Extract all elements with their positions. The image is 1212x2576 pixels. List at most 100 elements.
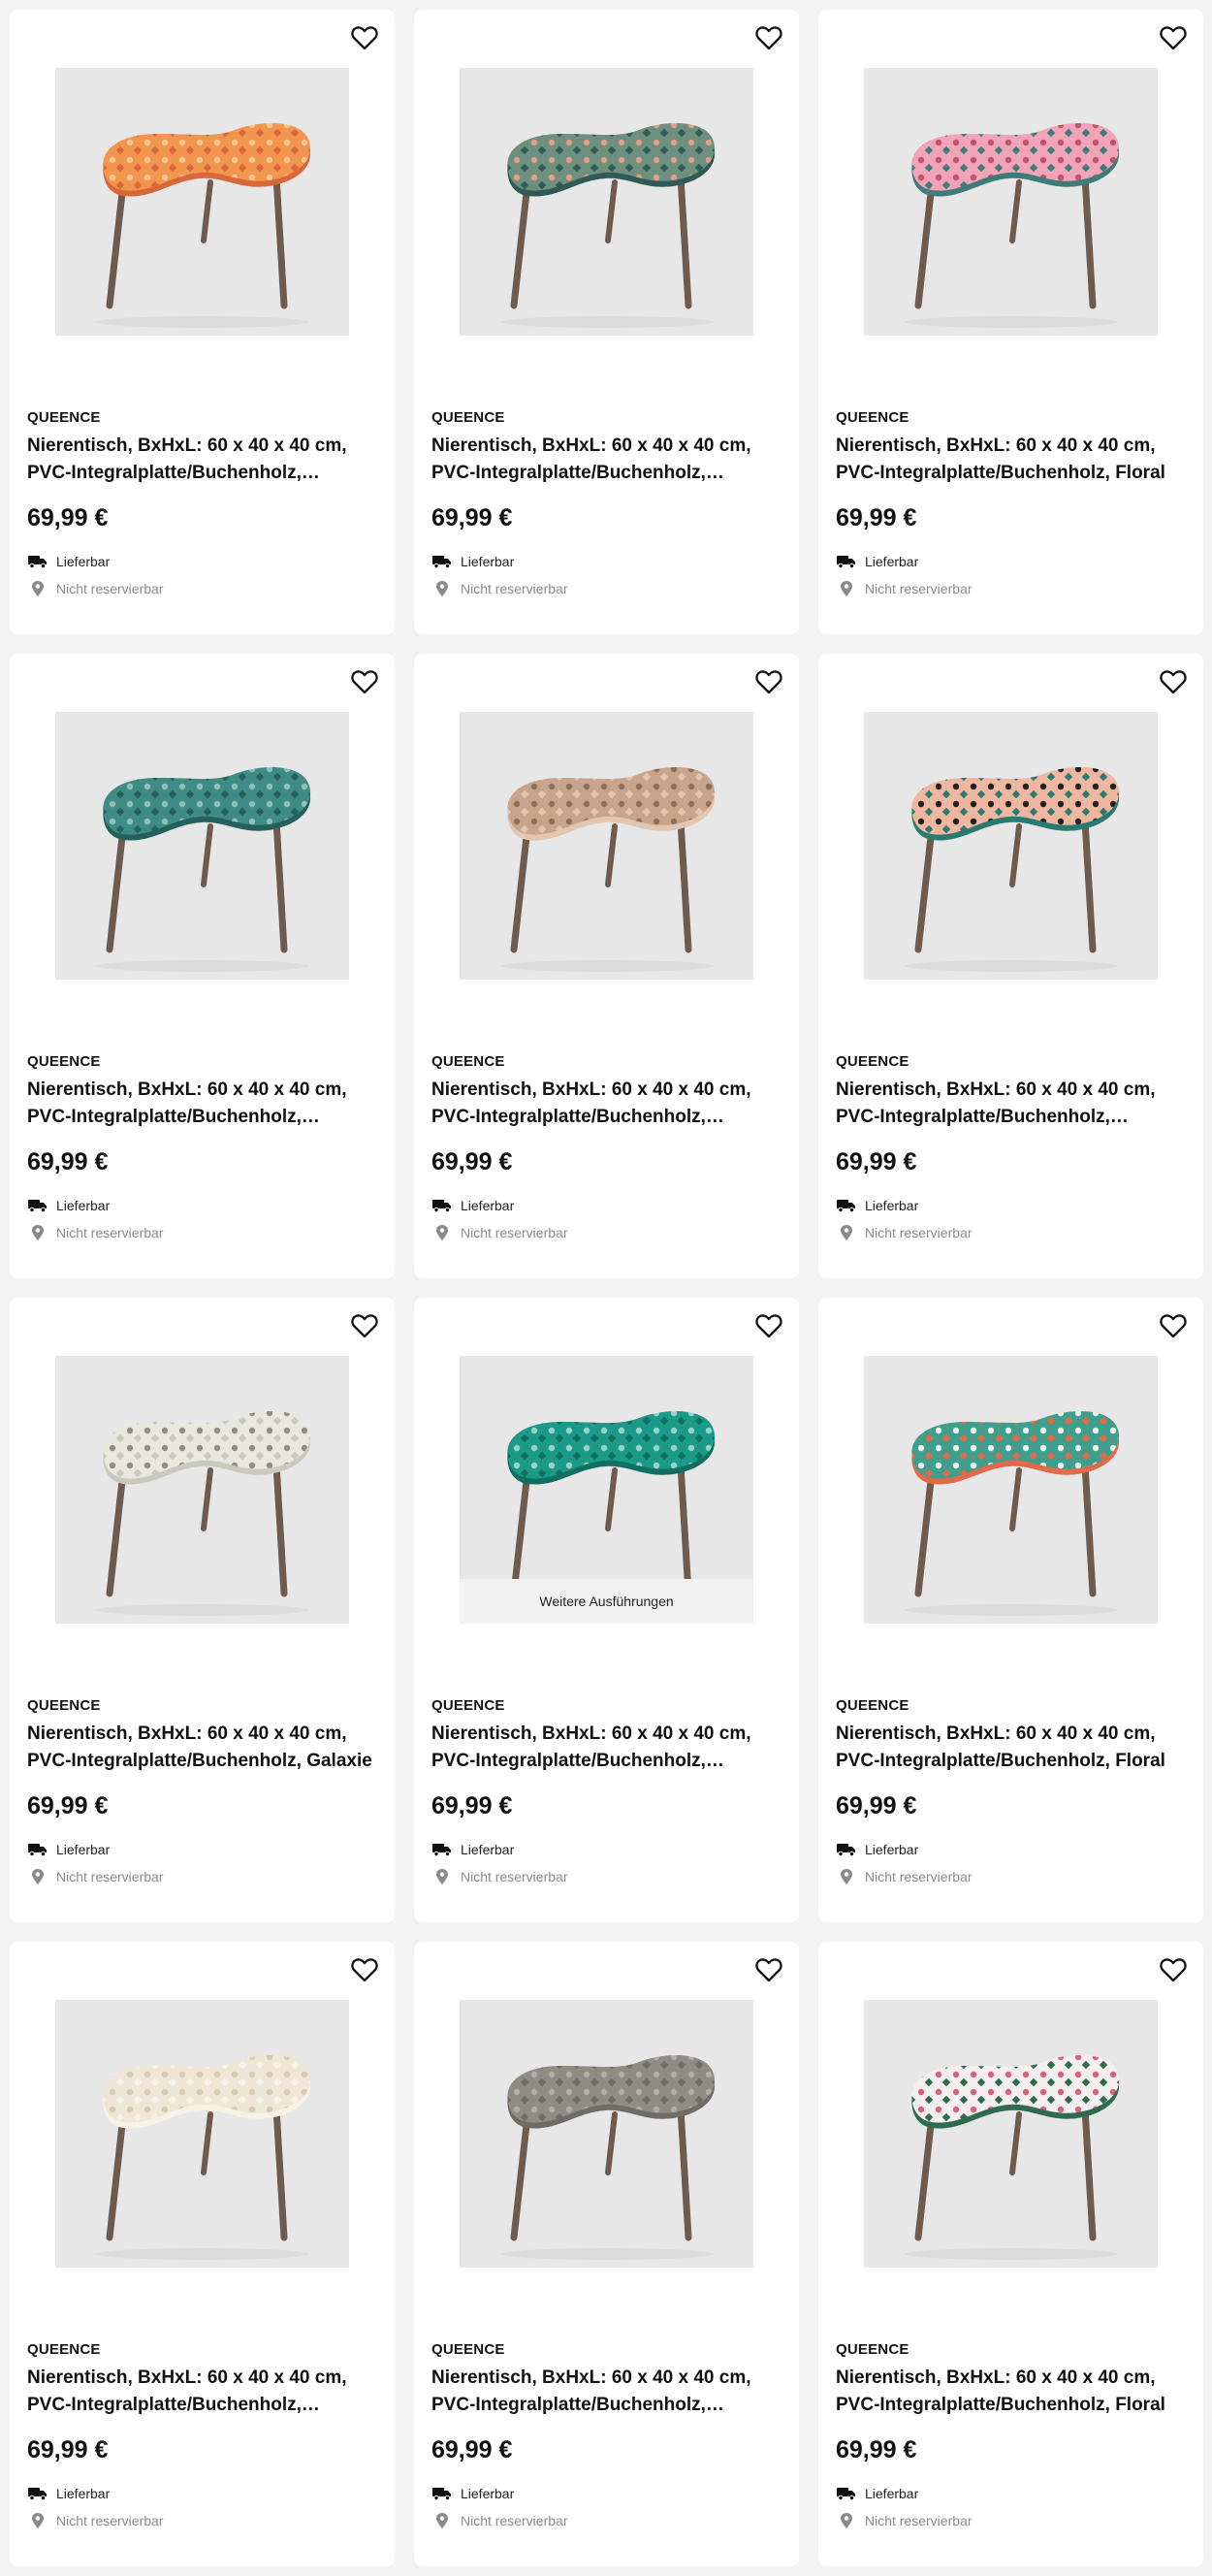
delivery-label: Lieferbar [461,1842,515,1857]
heart-icon [1160,670,1187,694]
product-image[interactable] [460,68,753,336]
product-card[interactable]: QUEENCE Nierentisch, BxHxL: 60 x 40 x 40… [818,1942,1203,2566]
product-price: 69,99 € [27,504,109,531]
truck-icon [431,553,453,570]
wishlist-heart-icon[interactable] [752,1953,785,1986]
wishlist-heart-icon[interactable] [1157,1309,1190,1342]
product-price: 69,99 € [431,504,513,531]
product-card[interactable]: Weitere Ausführungen QUEENCE Nierentisch… [414,1298,799,1922]
product-title[interactable]: Nierentisch, BxHxL: 60 x 40 x 40 cm, PVC… [27,433,376,487]
product-title[interactable]: Nierentisch, BxHxL: 60 x 40 x 40 cm, PVC… [27,1077,376,1131]
wishlist-heart-icon[interactable] [1157,21,1190,54]
location-pin-icon [836,580,857,597]
reservation-status: Nicht reservierbar [431,1224,567,1241]
kidney-table-image [96,2054,311,2260]
product-image[interactable] [864,712,1158,980]
product-card[interactable]: QUEENCE Nierentisch, BxHxL: 60 x 40 x 40… [818,10,1203,634]
product-title[interactable]: Nierentisch, BxHxL: 60 x 40 x 40 cm, PVC… [431,1721,781,1775]
product-card[interactable]: QUEENCE Nierentisch, BxHxL: 60 x 40 x 40… [818,654,1203,1278]
kidney-table-image [96,122,311,328]
location-pin-icon [836,1224,857,1241]
product-title[interactable]: Nierentisch, BxHxL: 60 x 40 x 40 cm, PVC… [836,433,1185,487]
product-price: 69,99 € [836,1792,917,1819]
delivery-label: Lieferbar [865,554,919,569]
delivery-label: Lieferbar [56,1842,111,1857]
reservation-status: Nicht reservierbar [27,2512,163,2529]
product-image[interactable] [864,68,1158,336]
product-grid: QUEENCE Nierentisch, BxHxL: 60 x 40 x 40… [10,10,1203,2566]
product-image[interactable] [460,712,753,980]
brand-name: QUEENCE [27,409,101,426]
brand-name: QUEENCE [836,409,909,426]
delivery-status: Lieferbar [431,2485,514,2502]
product-image[interactable] [864,2000,1158,2268]
product-title[interactable]: Nierentisch, BxHxL: 60 x 40 x 40 cm, PVC… [836,1077,1185,1131]
delivery-label: Lieferbar [865,2486,919,2501]
wishlist-heart-icon[interactable] [752,1309,785,1342]
wishlist-heart-icon[interactable] [1157,665,1190,698]
product-card[interactable]: QUEENCE Nierentisch, BxHxL: 60 x 40 x 40… [414,1942,799,2566]
product-card[interactable]: QUEENCE Nierentisch, BxHxL: 60 x 40 x 40… [10,10,395,634]
delivery-label: Lieferbar [865,1198,919,1213]
heart-icon [755,670,782,694]
brand-name: QUEENCE [27,1053,101,1070]
delivery-status: Lieferbar [27,1197,110,1214]
reservation-label: Nicht reservierbar [461,581,568,596]
product-image[interactable] [55,1356,349,1624]
product-card[interactable]: QUEENCE Nierentisch, BxHxL: 60 x 40 x 40… [10,1942,395,2566]
delivery-label: Lieferbar [56,1198,111,1213]
wishlist-heart-icon[interactable] [752,21,785,54]
reservation-status: Nicht reservierbar [836,1224,972,1241]
reservation-status: Nicht reservierbar [431,580,567,597]
product-title[interactable]: Nierentisch, BxHxL: 60 x 40 x 40 cm, PVC… [431,1077,781,1131]
location-pin-icon [431,1224,453,1241]
product-image[interactable] [55,68,349,336]
wishlist-heart-icon[interactable] [348,665,381,698]
delivery-label: Lieferbar [56,554,111,569]
truck-icon [27,2485,48,2502]
delivery-status: Lieferbar [836,1197,918,1214]
product-card[interactable]: QUEENCE Nierentisch, BxHxL: 60 x 40 x 40… [414,654,799,1278]
product-title[interactable]: Nierentisch, BxHxL: 60 x 40 x 40 cm, PVC… [431,433,781,487]
product-price: 69,99 € [27,2436,109,2463]
reservation-label: Nicht reservierbar [461,1869,568,1884]
reservation-status: Nicht reservierbar [27,1868,163,1885]
delivery-status: Lieferbar [431,553,514,570]
delivery-label: Lieferbar [461,554,515,569]
product-price: 69,99 € [836,1148,917,1175]
brand-name: QUEENCE [836,2341,909,2358]
product-image[interactable]: Weitere Ausführungen [460,1356,753,1624]
product-image[interactable] [460,2000,753,2268]
brand-name: QUEENCE [431,2341,505,2358]
delivery-status: Lieferbar [431,1841,514,1858]
heart-icon [1160,26,1187,50]
product-title[interactable]: Nierentisch, BxHxL: 60 x 40 x 40 cm, PVC… [27,1721,376,1775]
truck-icon [836,1197,857,1214]
brand-name: QUEENCE [431,409,505,426]
product-title[interactable]: Nierentisch, BxHxL: 60 x 40 x 40 cm, PVC… [836,2365,1185,2419]
product-title[interactable]: Nierentisch, BxHxL: 60 x 40 x 40 cm, PVC… [836,1721,1185,1775]
delivery-status: Lieferbar [836,2485,918,2502]
product-card[interactable]: QUEENCE Nierentisch, BxHxL: 60 x 40 x 40… [818,1298,1203,1922]
product-image[interactable] [864,1356,1158,1624]
delivery-status: Lieferbar [27,1841,110,1858]
location-pin-icon [431,580,453,597]
kidney-table-image [905,1410,1120,1616]
wishlist-heart-icon[interactable] [348,1309,381,1342]
more-variants-button[interactable]: Weitere Ausführungen [460,1579,753,1624]
product-title[interactable]: Nierentisch, BxHxL: 60 x 40 x 40 cm, PVC… [27,2365,376,2419]
heart-icon [755,1314,782,1338]
product-image[interactable] [55,712,349,980]
product-card[interactable]: QUEENCE Nierentisch, BxHxL: 60 x 40 x 40… [414,10,799,634]
product-card[interactable]: QUEENCE Nierentisch, BxHxL: 60 x 40 x 40… [10,654,395,1278]
delivery-label: Lieferbar [461,1198,515,1213]
product-title[interactable]: Nierentisch, BxHxL: 60 x 40 x 40 cm, PVC… [431,2365,781,2419]
kidney-table-image [905,122,1120,328]
wishlist-heart-icon[interactable] [1157,1953,1190,1986]
product-card[interactable]: QUEENCE Nierentisch, BxHxL: 60 x 40 x 40… [10,1298,395,1922]
wishlist-heart-icon[interactable] [348,21,381,54]
product-image[interactable] [55,2000,349,2268]
wishlist-heart-icon[interactable] [752,665,785,698]
delivery-status: Lieferbar [431,1197,514,1214]
wishlist-heart-icon[interactable] [348,1953,381,1986]
